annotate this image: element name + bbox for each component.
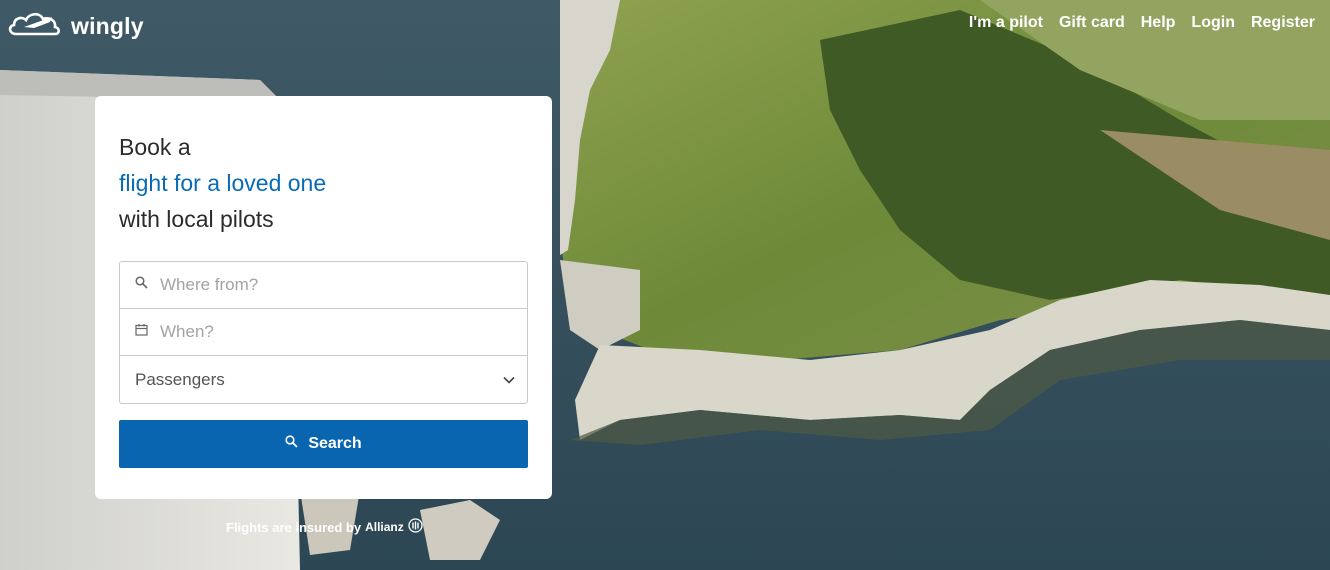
calendar-icon <box>135 323 148 341</box>
where-from-field[interactable] <box>120 262 527 309</box>
hero-headline: Book a flight for a loved one with local… <box>119 129 528 237</box>
nav-login[interactable]: Login <box>1191 14 1235 32</box>
insurer-name: Allianz <box>365 520 404 534</box>
allianz-logo-icon <box>408 518 423 536</box>
insurance-text: Flights are insured by <box>226 519 362 535</box>
nav-im-a-pilot[interactable]: I'm a pilot <box>969 14 1043 32</box>
search-button-label: Search <box>308 435 362 452</box>
search-form: Passengers <box>119 261 528 404</box>
brand-logo[interactable]: wingly <box>6 8 144 45</box>
insurance-note: Flights are insured by Allianz <box>226 518 423 536</box>
brand-name: wingly <box>71 13 144 39</box>
search-icon <box>135 276 148 294</box>
chevron-down-icon <box>503 371 515 389</box>
search-icon <box>285 435 298 453</box>
when-input[interactable] <box>158 321 527 343</box>
passengers-select[interactable]: Passengers <box>120 356 527 403</box>
booking-card: Book a flight for a loved one with local… <box>95 96 552 499</box>
headline-line-1: Book a <box>119 134 191 160</box>
headline-accent: flight for a loved one <box>119 170 327 196</box>
when-field[interactable] <box>120 309 527 356</box>
nav-help[interactable]: Help <box>1141 14 1176 32</box>
where-from-input[interactable] <box>158 274 527 296</box>
top-nav: I'm a pilot Gift card Help Login Registe… <box>969 14 1315 32</box>
cloud-plane-icon <box>6 8 63 45</box>
headline-line-3: with local pilots <box>119 206 274 232</box>
passengers-label: Passengers <box>135 369 225 389</box>
site-header: wingly I'm a pilot Gift card Help Login … <box>0 0 1330 48</box>
nav-gift-card[interactable]: Gift card <box>1059 14 1125 32</box>
nav-register[interactable]: Register <box>1251 14 1315 32</box>
search-button[interactable]: Search <box>119 420 528 468</box>
